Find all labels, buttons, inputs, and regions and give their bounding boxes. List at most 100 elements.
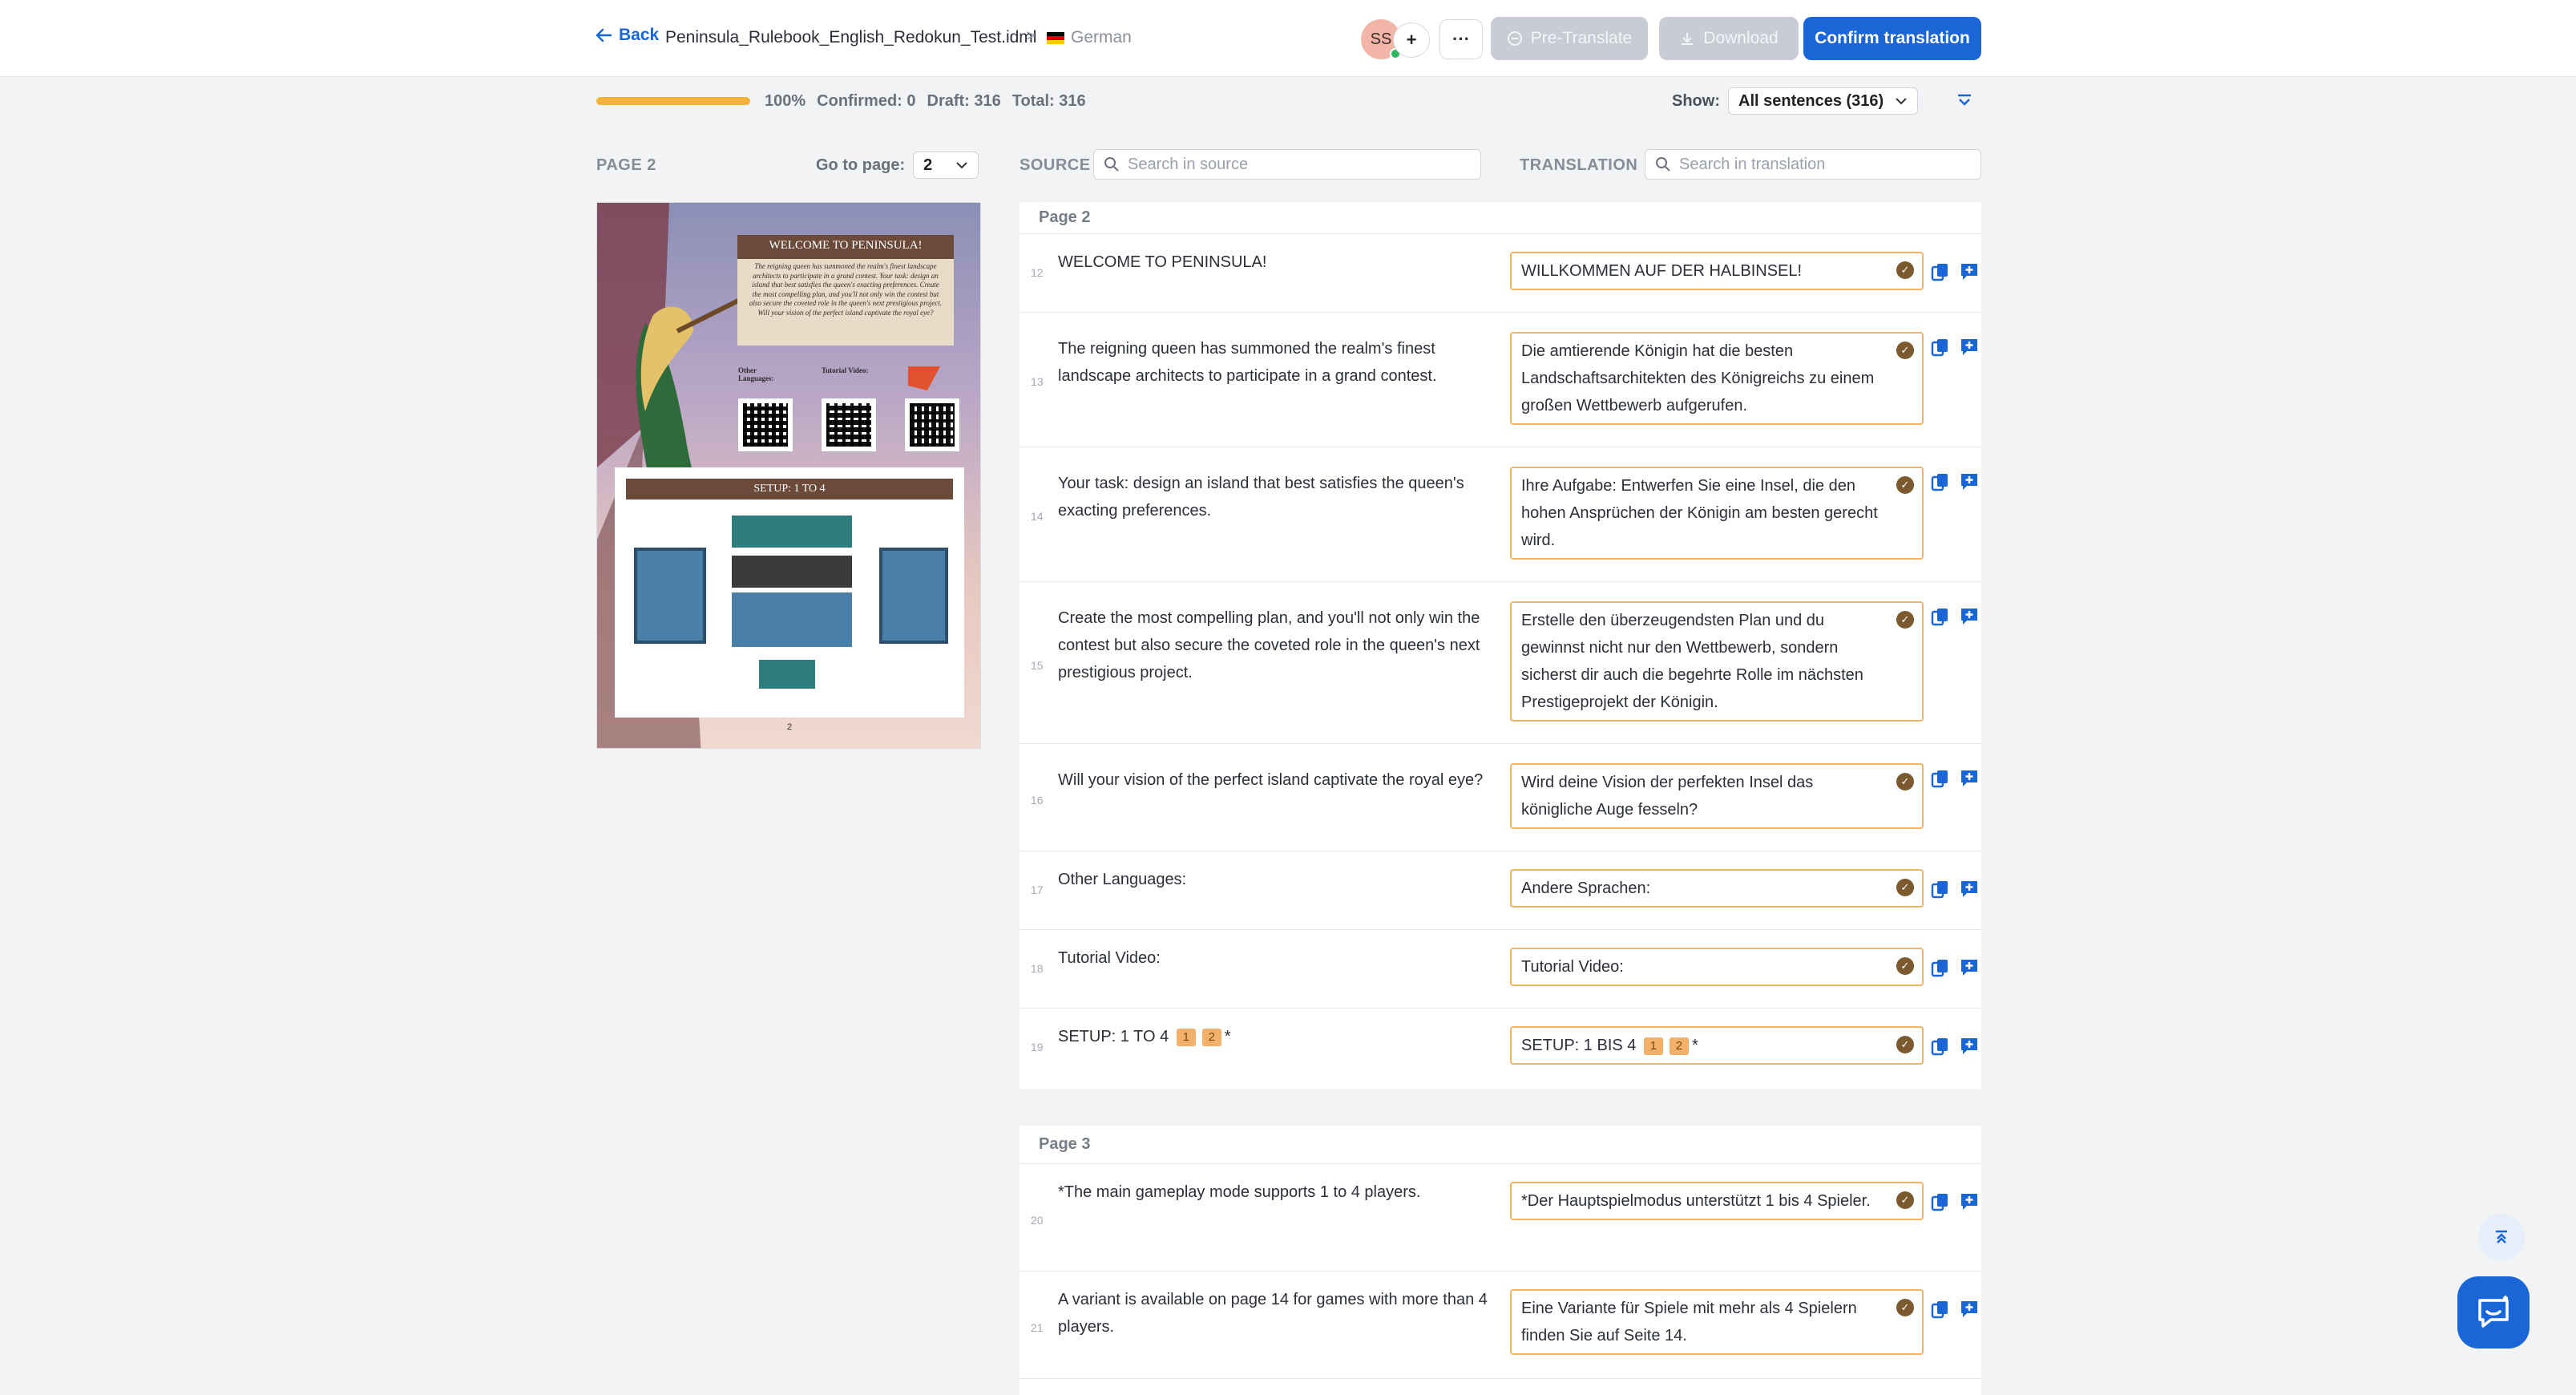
- segment-row[interactable]: 21 A variant is available on page 14 for…: [1019, 1272, 1981, 1379]
- file-name: Peninsula_Rulebook_English_Redokun_Test.…: [665, 28, 1037, 46]
- page-preview[interactable]: WELCOME TO PENINSULA! The reigning queen…: [596, 202, 981, 749]
- segment-number: 15: [1031, 659, 1044, 672]
- tm-icon[interactable]: ✓: [1896, 879, 1914, 896]
- add-comment-icon[interactable]: [1959, 606, 1980, 627]
- copy-source-icon[interactable]: [1930, 768, 1951, 789]
- tm-icon[interactable]: ✓: [1896, 342, 1914, 359]
- preview-intro: The reigning queen has summoned the real…: [749, 262, 943, 317]
- segment-translation[interactable]: Die amtierende Königin hat die besten La…: [1510, 332, 1924, 425]
- source-search-placeholder: Search in source: [1128, 155, 1249, 173]
- tm-icon[interactable]: ✓: [1896, 1036, 1914, 1053]
- copy-source-icon[interactable]: [1930, 1036, 1951, 1057]
- copy-source-icon[interactable]: [1930, 879, 1951, 900]
- go-to-page-select[interactable]: 2: [913, 152, 979, 179]
- tm-icon[interactable]: ✓: [1896, 957, 1914, 975]
- search-icon: [1656, 157, 1670, 172]
- segment-number: 13: [1031, 375, 1044, 388]
- preview-tutorial-video: Tutorial Video:: [822, 366, 869, 374]
- segment-translation[interactable]: Tutorial Video: ✓: [1510, 948, 1924, 986]
- segment-translation[interactable]: Wird deine Vision der perfekten Insel da…: [1510, 763, 1924, 829]
- add-comment-icon[interactable]: [1959, 1299, 1980, 1320]
- source-column-label: SOURCE: [1019, 156, 1091, 174]
- tm-icon[interactable]: ✓: [1896, 611, 1914, 629]
- pretranslate-label: Pre-Translate: [1530, 29, 1633, 47]
- more-options-button[interactable]: ···: [1439, 19, 1483, 59]
- segment-source: Your task: design an island that best sa…: [1058, 475, 1464, 520]
- inline-tag[interactable]: 1: [1643, 1037, 1663, 1055]
- segment-row[interactable]: 14 Your task: design an island that best…: [1019, 447, 1981, 582]
- segment-number: 21: [1031, 1321, 1044, 1334]
- add-comment-icon[interactable]: [1959, 471, 1980, 492]
- tm-icon[interactable]: ✓: [1896, 1299, 1914, 1316]
- segment-translation[interactable]: *Der Hauptspielmodus unterstützt 1 bis 4…: [1510, 1182, 1924, 1220]
- add-collaborator-button[interactable]: +: [1393, 22, 1430, 58]
- segment-translation[interactable]: WILLKOMMEN AUF DER HALBINSEL! ✓: [1510, 252, 1924, 290]
- segment-row[interactable]: 17 Other Languages: Andere Sprachen: ✓: [1019, 851, 1981, 930]
- segment-source: A variant is available on page 14 for ga…: [1058, 1291, 1488, 1336]
- add-comment-icon[interactable]: [1959, 879, 1980, 900]
- scroll-to-top-button[interactable]: [2478, 1214, 2525, 1260]
- target-language[interactable]: German: [1047, 28, 1132, 47]
- tm-icon[interactable]: ✓: [1896, 261, 1914, 279]
- segment-translation[interactable]: Ihre Aufgabe: Entwerfen Sie eine Insel, …: [1510, 467, 1924, 560]
- avatar-initials: SS: [1370, 30, 1392, 48]
- board-icon: [732, 592, 852, 647]
- segment-translation[interactable]: Andere Sprachen: ✓: [1510, 869, 1924, 908]
- inline-tag[interactable]: 1: [1176, 1028, 1196, 1046]
- segment-number: 18: [1031, 962, 1044, 975]
- copy-source-icon[interactable]: [1930, 606, 1951, 627]
- language-label: German: [1071, 28, 1132, 46]
- add-comment-icon[interactable]: [1959, 768, 1980, 789]
- back-button[interactable]: Back: [595, 26, 659, 45]
- copy-source-icon[interactable]: [1930, 1299, 1951, 1320]
- confirmed-count: Confirmed: 0: [817, 91, 916, 110]
- segment-number: 19: [1031, 1041, 1044, 1053]
- segment-translation[interactable]: Erstelle den überzeugendsten Plan und du…: [1510, 601, 1924, 722]
- preview-setup-title: SETUP: 1 TO 4: [626, 479, 953, 499]
- tm-icon[interactable]: ✓: [1896, 1191, 1914, 1209]
- segment-source: Create the most compelling plan, and you…: [1058, 609, 1480, 681]
- add-comment-icon[interactable]: [1959, 1191, 1980, 1212]
- segment-row[interactable]: 12 WELCOME TO PENINSULA! WILLKOMMEN AUF …: [1019, 234, 1981, 313]
- segment-translation[interactable]: Eine Variante für Spiele mit mehr als 4 …: [1510, 1289, 1924, 1355]
- add-comment-icon[interactable]: [1959, 337, 1980, 358]
- board-icon: [634, 548, 706, 644]
- show-select[interactable]: All sentences (316): [1728, 87, 1919, 115]
- segment-source: Other Languages:: [1058, 871, 1187, 888]
- segment-number: 14: [1031, 510, 1044, 523]
- inline-tag[interactable]: 2: [1669, 1037, 1689, 1055]
- segment-row[interactable]: 20 *The main gameplay mode supports 1 to…: [1019, 1164, 1981, 1272]
- segment-row[interactable]: 19 SETUP: 1 TO 4 1 2 * SETUP: 1 BIS 4 1 2 * ✓: [1019, 1009, 1981, 1089]
- add-comment-icon[interactable]: [1959, 1036, 1980, 1057]
- add-comment-icon[interactable]: [1959, 957, 1980, 978]
- source-search-input[interactable]: Search in source: [1093, 149, 1481, 180]
- copy-source-icon[interactable]: [1930, 1191, 1951, 1212]
- tm-icon[interactable]: ✓: [1896, 773, 1914, 790]
- chat-support-button[interactable]: [2457, 1276, 2530, 1348]
- pretranslate-icon: [1507, 31, 1522, 46]
- translation-text: SETUP: 1 BIS 4: [1521, 1037, 1637, 1054]
- segment-translation[interactable]: SETUP: 1 BIS 4 1 2 * ✓: [1510, 1026, 1924, 1065]
- segment-row[interactable]: 15 Create the most compelling plan, and …: [1019, 582, 1981, 744]
- segment-row[interactable]: 18 Tutorial Video: Tutorial Video: ✓: [1019, 930, 1981, 1009]
- confirm-translation-button[interactable]: Confirm translation: [1803, 17, 1981, 60]
- add-comment-icon[interactable]: [1959, 261, 1980, 282]
- copy-source-icon[interactable]: [1930, 261, 1951, 282]
- download-button[interactable]: Download: [1659, 17, 1799, 60]
- copy-source-icon[interactable]: [1930, 957, 1951, 978]
- filter-icon[interactable]: [1956, 93, 1973, 109]
- translation-text: Andere Sprachen:: [1521, 879, 1651, 897]
- scroll-top-icon: [2496, 1230, 2507, 1243]
- segment-row[interactable]: 16 Will your vision of the perfect islan…: [1019, 744, 1981, 851]
- segment-source: SETUP: 1 TO 4 1 2 *: [1058, 1023, 1491, 1050]
- draft-count: Draft: 316: [927, 91, 1001, 110]
- board-icon: [759, 660, 815, 689]
- translation-search-input[interactable]: Search in translation: [1645, 149, 1981, 180]
- pretranslate-button[interactable]: Pre-Translate: [1491, 17, 1648, 60]
- segment-row[interactable]: 13 The reigning queen has summoned the r…: [1019, 313, 1981, 447]
- tm-icon[interactable]: ✓: [1896, 476, 1914, 494]
- copy-source-icon[interactable]: [1930, 337, 1951, 358]
- inline-tag[interactable]: 2: [1201, 1028, 1221, 1046]
- chat-support-icon: [2478, 1296, 2509, 1328]
- copy-source-icon[interactable]: [1930, 471, 1951, 492]
